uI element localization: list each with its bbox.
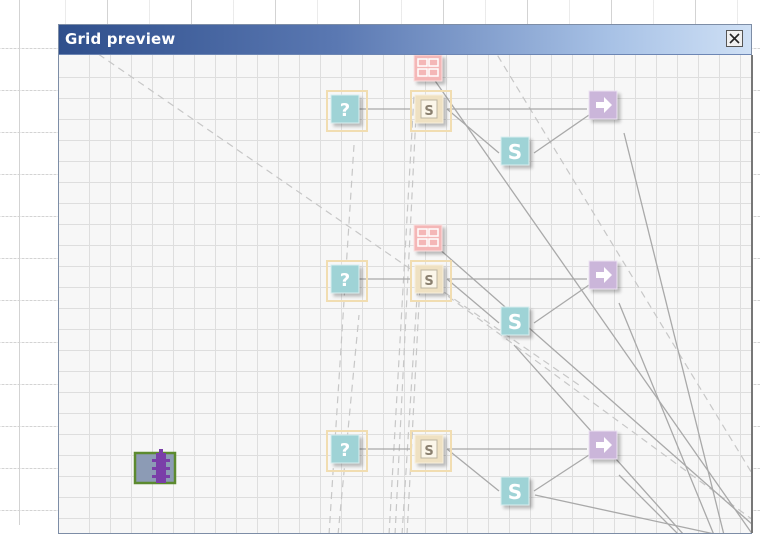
title-bar[interactable]: Grid preview bbox=[59, 25, 751, 55]
arrow-right-node-icon[interactable] bbox=[588, 90, 618, 120]
script-node-icon[interactable]: S bbox=[414, 264, 444, 294]
close-button[interactable] bbox=[726, 30, 743, 47]
question-node-icon[interactable]: ? bbox=[330, 264, 360, 294]
s-node-icon[interactable]: S bbox=[500, 476, 530, 506]
script-node-icon[interactable]: S bbox=[414, 434, 444, 464]
workflow-canvas[interactable]: ? S S? S S? S S bbox=[59, 55, 751, 533]
svg-text:S: S bbox=[508, 140, 522, 164]
svg-text:?: ? bbox=[340, 100, 350, 121]
svg-text:S: S bbox=[508, 310, 522, 334]
svg-text:S: S bbox=[508, 480, 522, 504]
script-node-icon[interactable]: S bbox=[414, 94, 444, 124]
window-edge bbox=[751, 55, 753, 533]
s-node-icon[interactable]: S bbox=[500, 136, 530, 166]
workflow-diagram: ? S S? S S? S S bbox=[98, 55, 751, 533]
question-node-icon[interactable]: ? bbox=[330, 434, 360, 464]
s-node-icon[interactable]: S bbox=[500, 306, 530, 336]
svg-text:?: ? bbox=[340, 270, 350, 291]
svg-text:?: ? bbox=[340, 440, 350, 461]
table-node-icon[interactable] bbox=[413, 55, 443, 82]
arrow-right-node-icon[interactable] bbox=[588, 260, 618, 290]
arrow-right-node-icon[interactable] bbox=[588, 430, 618, 460]
table-node-icon[interactable] bbox=[413, 224, 443, 252]
purple-component-icon[interactable] bbox=[133, 449, 177, 485]
svg-text:S: S bbox=[424, 444, 433, 459]
svg-text:S: S bbox=[424, 104, 433, 119]
window-title: Grid preview bbox=[65, 30, 176, 48]
close-icon bbox=[729, 33, 740, 44]
grid-preview-window: Grid preview ? S S ? S S ? S S bbox=[58, 24, 753, 534]
svg-text:S: S bbox=[424, 274, 433, 289]
question-node-icon[interactable]: ? bbox=[330, 94, 360, 124]
